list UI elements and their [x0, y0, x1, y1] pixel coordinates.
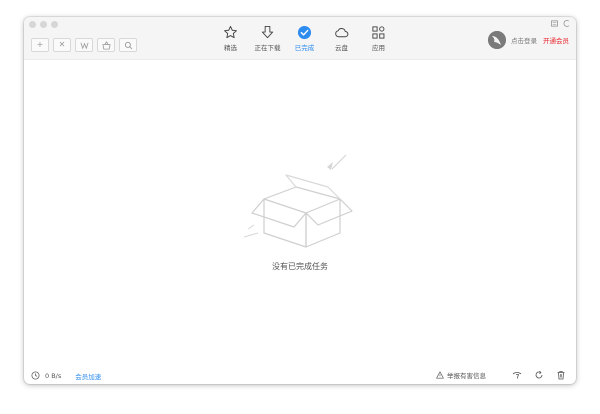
cloud-icon [335, 28, 349, 38]
tab-label: 正在下载 [254, 44, 281, 52]
window-controls [29, 21, 58, 28]
open-vip-link[interactable]: 开通会员 [543, 35, 569, 45]
apps-icon [372, 26, 385, 39]
zoom-window-button[interactable] [51, 21, 58, 28]
main-nav: 精选 正在下载 已完成 云盘 应用 [212, 25, 397, 52]
warning-icon [436, 371, 444, 379]
new-task-button[interactable]: + [31, 38, 49, 52]
tab-downloading[interactable]: 正在下载 [249, 25, 286, 52]
app-window: + ✕ 精选 正在下载 已完成 云盘 应用 点击登录 开通会员 没有已完成任务 … [24, 17, 576, 384]
clock-icon[interactable] [31, 371, 40, 380]
vip-accelerate-link[interactable]: 会员加速 [75, 371, 101, 381]
avatar[interactable] [488, 31, 506, 49]
download-arrow-icon [261, 25, 274, 39]
title-bar: + ✕ 精选 正在下载 已完成 云盘 应用 点击登录 开通会员 [24, 17, 576, 60]
task-toolbar: + ✕ [31, 38, 137, 52]
status-actions: 举报有害信息 [436, 370, 566, 380]
check-circle-icon [297, 25, 312, 40]
tab-featured[interactable]: 精选 [212, 25, 249, 52]
report-label: 举报有害信息 [447, 372, 486, 380]
user-area: 点击登录 开通会员 [488, 31, 569, 49]
tab-apps[interactable]: 应用 [360, 25, 397, 52]
basket-button[interactable] [97, 38, 115, 52]
skin-icon[interactable] [563, 20, 570, 27]
tab-label: 应用 [372, 44, 385, 52]
basket-icon [101, 40, 111, 50]
tab-label: 已完成 [294, 44, 315, 52]
refresh-icon[interactable] [534, 370, 544, 380]
menu-icon[interactable] [551, 20, 558, 27]
login-link[interactable]: 点击登录 [511, 35, 537, 45]
close-window-button[interactable] [29, 21, 36, 28]
status-bar: 0 B/s 会员加速 举报有害信息 [24, 367, 576, 384]
window-menu-controls [551, 20, 570, 27]
empty-box-illustration [243, 154, 353, 248]
speed-limit-icon [80, 42, 88, 49]
tab-completed[interactable]: 已完成 [286, 25, 323, 52]
bird-avatar-icon [488, 31, 506, 49]
tab-cloud[interactable]: 云盘 [323, 25, 360, 52]
close-icon: ✕ [58, 40, 66, 49]
speed-limit-button[interactable] [75, 38, 93, 52]
tab-label: 精选 [224, 44, 237, 52]
report-harmful-link[interactable]: 举报有害信息 [436, 370, 486, 380]
search-icon [124, 41, 132, 49]
search-button[interactable] [119, 38, 137, 52]
star-icon [224, 25, 237, 39]
minimize-window-button[interactable] [40, 21, 47, 28]
delete-task-button[interactable]: ✕ [53, 38, 71, 52]
trash-icon[interactable] [556, 370, 566, 380]
download-speed: 0 B/s [45, 371, 62, 380]
plus-icon: + [36, 40, 44, 49]
wifi-icon[interactable] [512, 370, 522, 380]
empty-state-message: 没有已完成任务 [272, 262, 328, 271]
tab-label: 云盘 [335, 44, 348, 52]
